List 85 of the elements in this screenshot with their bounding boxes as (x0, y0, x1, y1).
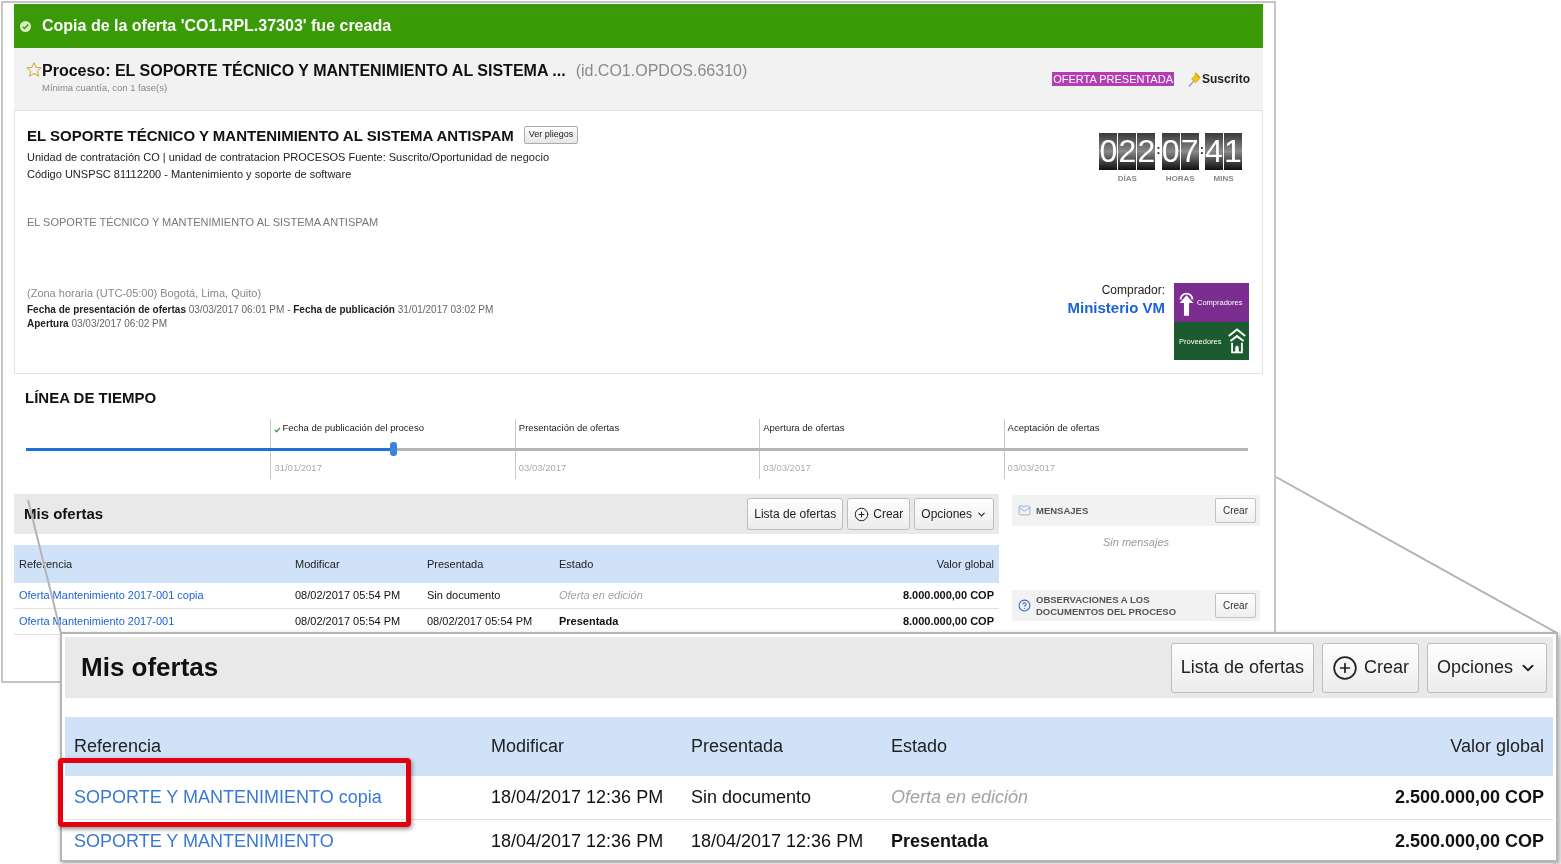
table-cell-text: 18/04/2017 12:36 PM (491, 786, 664, 809)
time-separator: : (1199, 142, 1204, 158)
process-id: (id.CO1.OPDOS.66310) (575, 61, 748, 81)
column-header: Valor global (936, 556, 994, 572)
button[interactable]: Lista de ofertas (1170, 642, 1314, 693)
timeline-handle (389, 442, 397, 456)
panel-title: Mis ofertas (24, 503, 104, 524)
table-cell-text: 18/04/2017 12:36 PM (691, 830, 864, 853)
status-text: Presentada (559, 614, 619, 630)
table-cell-text: 08/02/2017 05:54 PM (295, 614, 401, 630)
step-label: Aceptación de ofertas (1007, 422, 1100, 434)
offer-link[interactable]: Oferta Mantenimiento 2017-001 (19, 613, 175, 630)
plus-circle-icon (1331, 654, 1358, 681)
description-text: EL SOPORTE TÉCNICO Y MANTENIMIENTO AL SISTEMA ANTISPAM (27, 215, 380, 230)
countdown-label: HORAS (1165, 174, 1195, 184)
house-icon (1228, 328, 1246, 354)
date-text: Apertura 03/03/2017 06:02 PM (27, 317, 169, 331)
envelope-icon (1018, 504, 1031, 517)
button[interactable]: Lista de ofertas (747, 498, 844, 530)
buyer-label: Comprador: (1101, 283, 1165, 298)
offer-link[interactable]: SOPORTE Y MANTENIMIENTO (74, 828, 334, 855)
step-date: 31/01/2017 (274, 462, 323, 474)
table-cell-text: 8.000.000,00 COP (902, 588, 994, 604)
empty-message: Sin mensajes (1102, 535, 1169, 550)
step-label: Fecha de publicación del proceso (282, 422, 424, 434)
table-cell-text: Sin documento (427, 588, 501, 604)
create-button[interactable]: Crear (1215, 593, 1256, 618)
detail-text: Unidad de contratación CO | unidad de contratacion PROCESOS Fuente: Suscrito/Oportunidad de negocio (27, 150, 550, 165)
countdown-label: DÍAS (1117, 174, 1137, 184)
column-header: Valor global (1450, 735, 1544, 758)
step-label: Apertura de ofertas (763, 422, 845, 434)
countdown-value: 07 (1161, 133, 1199, 170)
timezone-text: (Zona horaria (UTC-05:00) Bogotá, Lima, Quito) (27, 286, 263, 300)
dropdown-button[interactable]: Opciones (1426, 642, 1547, 693)
table-cell-text: Sin documento (691, 786, 812, 809)
documents-button[interactable]: Ver pliegos (523, 126, 579, 144)
star-icon[interactable] (26, 61, 42, 77)
buyer-link[interactable]: Ministerio VM (1067, 298, 1165, 317)
add-button[interactable]: Crear (1321, 642, 1419, 693)
panel-title: MENSAJES (1036, 504, 1090, 517)
plus-circle-icon (854, 506, 870, 522)
date-text: Fecha de presentación de ofertas 03/03/2017 06:01 PM - Fecha de publicación 31/01/2017 03:02 PM (27, 303, 495, 317)
table-cell-text: 2.500.000,00 COP (1394, 830, 1544, 853)
table-cell-text: 08/02/2017 05:54 PM (427, 614, 533, 630)
section-title: LÍNEA DE TIEMPO (25, 389, 158, 407)
column-header: Modificar (295, 556, 340, 572)
offer-link[interactable]: Oferta Mantenimiento 2017-001 copia (19, 587, 204, 604)
offer-link[interactable]: SOPORTE Y MANTENIMIENTO copia (74, 784, 382, 811)
summary-title: EL SOPORTE TÉCNICO Y MANTENIMIENTO AL SISTEMA ANTISPAM (27, 126, 514, 146)
step-label: Presentación de ofertas (518, 422, 620, 434)
create-button[interactable]: Crear (1215, 498, 1256, 523)
column-header: Referencia (19, 556, 73, 572)
time-separator: : (1156, 142, 1161, 158)
process-title: Proceso: EL SOPORTE TÉCNICO Y MANTENIMIENTO AL SISTEMA ... (42, 61, 566, 81)
column-header: Presentada (691, 735, 784, 758)
table-cell-text: 2.500.000,00 COP (1394, 786, 1544, 809)
column-header: Referencia (74, 735, 162, 758)
status-badge: OFERTA PRESENTADA (1052, 72, 1174, 86)
step-date: 03/03/2017 (1007, 462, 1057, 474)
countdown-value: 022 (1099, 133, 1156, 170)
column-header: Estado (891, 735, 948, 758)
column-header: Presentada (427, 556, 484, 572)
countdown-label: MINS (1213, 174, 1234, 184)
pin-icon (1188, 71, 1201, 87)
status-text: Oferta en edición (891, 786, 1029, 809)
check-icon (20, 20, 31, 32)
panel-title: OBSERVACIONES A LOS DOCUMENTOS DEL PROCESO (1036, 593, 1178, 618)
process-subtitle: Mínima cuantía, con 1 fase(s) (42, 81, 169, 95)
countdown-value: 41 (1205, 133, 1242, 170)
subscribe-button[interactable]: Suscrito (1188, 70, 1250, 88)
help-icon (1018, 599, 1031, 612)
detail-text: Código UNSPSC 81112200 - Mantenimiento y soporte de software (27, 167, 353, 182)
table-cell-text: 8.000.000,00 COP (902, 614, 994, 630)
table-cell-text: 08/02/2017 05:54 PM (295, 588, 401, 604)
add-button[interactable]: Crear (847, 498, 911, 530)
notification-text: Copia de la oferta 'CO1.RPL.37303' fue creada (42, 16, 392, 36)
dropdown-button[interactable]: Opciones (914, 498, 994, 530)
column-header: Modificar (491, 735, 565, 758)
panel-title: Mis ofertas (81, 651, 219, 684)
column-header: Estado (559, 556, 594, 572)
step-date: 03/03/2017 (518, 462, 568, 474)
table-cell-text: 18/04/2017 12:36 PM (491, 830, 664, 853)
status-text: Oferta en edición (559, 588, 643, 604)
status-text: Presentada (891, 830, 989, 853)
step-date: 03/03/2017 (763, 462, 812, 474)
